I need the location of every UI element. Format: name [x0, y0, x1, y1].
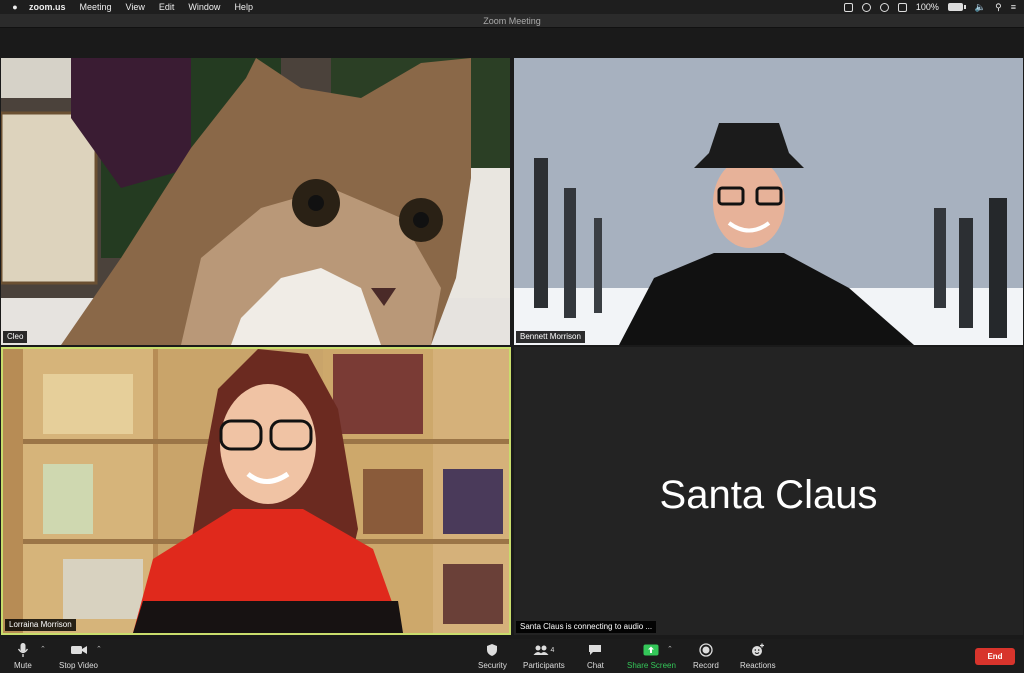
video-tile-cleo[interactable]: Cleo	[1, 58, 510, 345]
menu-meeting[interactable]: Meeting	[73, 0, 119, 14]
video-tile-santa[interactable]: Santa Claus Santa Claus is connecting to…	[514, 347, 1023, 635]
lorraina-video	[3, 349, 509, 633]
participants-count: 4	[550, 646, 555, 654]
video-camera-icon	[70, 642, 88, 658]
menu-app[interactable]: zoom.us	[22, 0, 73, 14]
mute-label: Mute	[14, 661, 32, 670]
window-title: Zoom Meeting	[0, 14, 1024, 28]
participants-label: Participants	[523, 661, 565, 670]
reactions-button[interactable]: Reactions	[740, 642, 776, 670]
meeting-toolbar: Mute ⌃ Stop Video ⌃ Security 4 Participa…	[0, 639, 1024, 673]
chat-label: Chat	[587, 661, 604, 670]
menu-window[interactable]: Window	[181, 0, 227, 14]
notes-icon[interactable]	[897, 2, 907, 12]
cleo-video	[1, 58, 510, 345]
record-label: Record	[693, 661, 719, 670]
sync-icon[interactable]	[879, 2, 889, 12]
status-area: 100% 🔈 ⚲ ≡	[843, 2, 1024, 13]
participant-name-bennett: Bennett Morrison	[516, 331, 585, 343]
volume-icon[interactable]: 🔈	[975, 2, 986, 13]
participant-name-cleo: Cleo	[3, 331, 28, 343]
apple-icon[interactable]: ●	[8, 2, 22, 12]
menu-view[interactable]: View	[119, 0, 152, 14]
record-icon	[699, 642, 713, 658]
share-screen-label: Share Screen	[627, 661, 676, 670]
menu-edit[interactable]: Edit	[152, 0, 182, 14]
stop-video-label: Stop Video	[59, 661, 98, 670]
chat-button[interactable]: Chat	[587, 642, 604, 670]
record-button[interactable]: Record	[693, 642, 719, 670]
audio-status: Santa Claus is connecting to audio ...	[516, 621, 657, 633]
video-tile-lorraina[interactable]: Lorraina Morrison	[1, 347, 511, 635]
participants-button[interactable]: 4 Participants	[523, 642, 565, 670]
video-tile-bennett[interactable]: Bennett Morrison	[514, 58, 1023, 345]
participants-icon: 4	[533, 642, 554, 658]
reactions-label: Reactions	[740, 661, 776, 670]
video-options-chevron-icon[interactable]: ⌃	[96, 645, 102, 653]
menu-bar: ● zoom.us Meeting View Edit Window Help …	[0, 0, 1024, 14]
bennett-video	[514, 58, 1023, 345]
participant-name-lorraina: Lorraina Morrison	[5, 619, 76, 631]
battery-percent: 100%	[915, 2, 939, 12]
battery-icon[interactable]	[947, 3, 966, 11]
chat-bubble-icon	[588, 642, 602, 658]
dropbox-icon[interactable]	[861, 2, 871, 12]
participant-display-name: Santa Claus	[659, 473, 878, 517]
shield-icon	[486, 642, 498, 658]
mute-button[interactable]: Mute	[14, 642, 32, 670]
mute-options-chevron-icon[interactable]: ⌃	[40, 645, 46, 653]
microphone-icon	[17, 642, 29, 658]
smiley-plus-icon	[751, 642, 765, 658]
menu-help[interactable]: Help	[227, 0, 260, 14]
control-center-icon[interactable]: ≡	[1011, 2, 1016, 12]
end-meeting-button[interactable]: End	[975, 648, 1015, 665]
zoom-status-icon[interactable]	[843, 2, 853, 12]
share-screen-icon	[643, 642, 659, 658]
security-button[interactable]: Security	[478, 642, 507, 670]
search-icon[interactable]: ⚲	[995, 2, 1002, 13]
security-label: Security	[478, 661, 507, 670]
share-options-chevron-icon[interactable]: ⌃	[667, 645, 673, 653]
stop-video-button[interactable]: Stop Video	[59, 642, 98, 670]
